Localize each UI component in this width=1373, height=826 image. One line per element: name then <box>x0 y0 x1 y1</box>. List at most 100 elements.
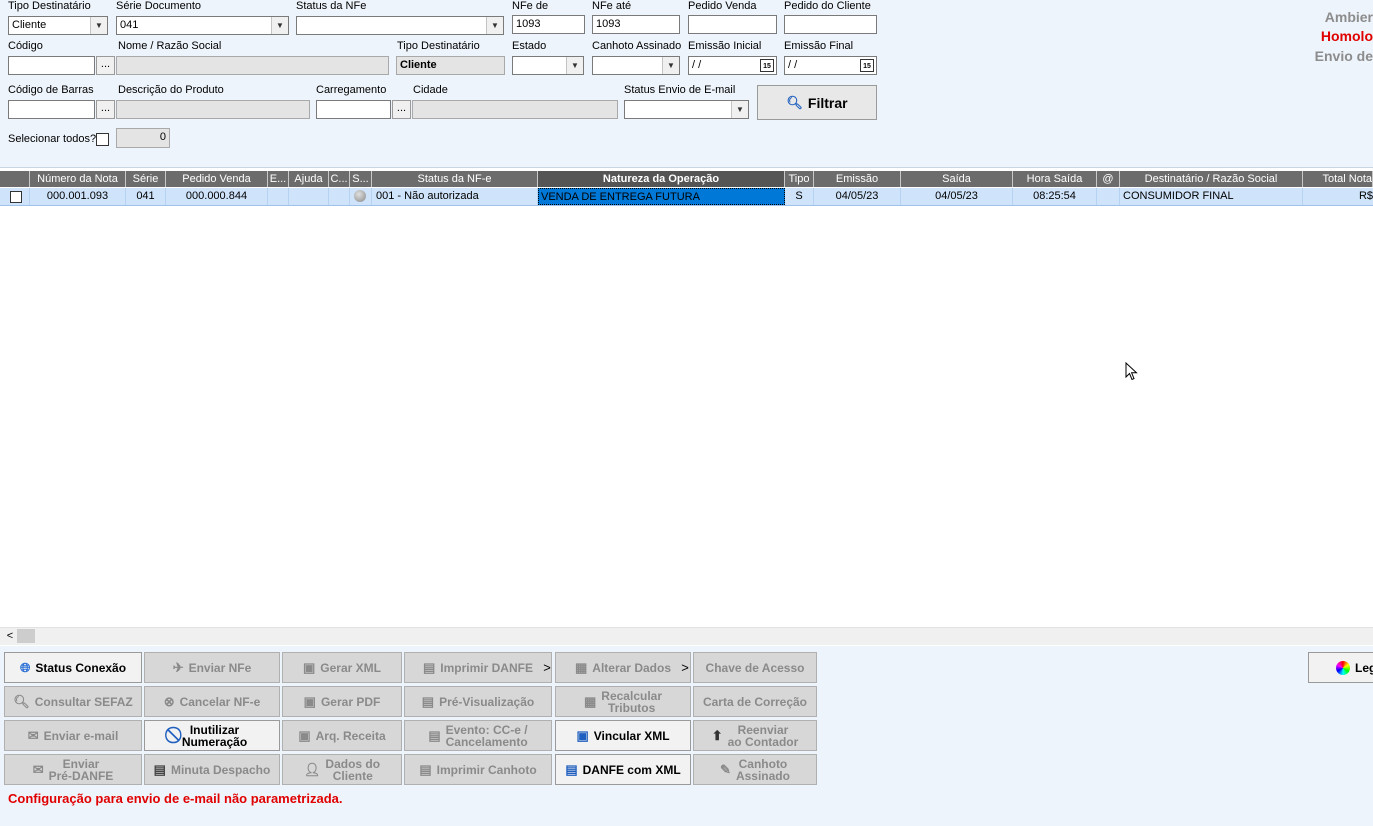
chevron-down-icon: ▼ <box>731 101 748 118</box>
arq-receita-button[interactable]: ▣ Arq. Receita <box>282 720 402 751</box>
row-tipo: S <box>785 188 814 205</box>
status-message: Configuração para envio de e-mail não pa… <box>8 791 343 806</box>
header-s[interactable]: S... <box>350 171 372 187</box>
gerar-xml-button[interactable]: ▣ Gerar XML <box>282 652 402 683</box>
emissao-inicial-label: Emissão Inicial <box>688 40 762 52</box>
calendar-icon[interactable]: 15 <box>860 59 874 72</box>
imprimir-danfe-more-icon[interactable]: > <box>541 652 553 683</box>
chevron-down-icon: ▼ <box>271 17 288 34</box>
codigo-search-button[interactable]: ... <box>96 56 115 75</box>
cidade-field <box>412 100 618 119</box>
edit-icon: ▦ <box>575 659 588 675</box>
recalcular-tributos-button[interactable]: ▦ Recalcular Tributos <box>555 686 691 717</box>
header-emissao[interactable]: Emissão <box>814 171 901 187</box>
tipo-destinatario-select[interactable]: Cliente ▼ <box>8 16 108 35</box>
header-pedido[interactable]: Pedido Venda <box>166 171 268 187</box>
header-status[interactable]: Status da NF-e <box>372 171 538 187</box>
chave-acesso-button[interactable]: Chave de Acesso <box>693 652 817 683</box>
enviar-pre-danfe-button[interactable]: ✉ Enviar Pré-DANFE <box>4 754 142 785</box>
canhoto-assinado-select[interactable]: ▼ <box>592 56 680 75</box>
row-serie: 041 <box>126 188 166 205</box>
carregamento-input[interactable] <box>316 100 391 119</box>
nfe-de-label: NFe de <box>512 0 549 12</box>
scroll-thumb[interactable] <box>17 629 35 643</box>
tipo-destinatario-label: Tipo Destinatário <box>8 0 91 12</box>
cancelar-nfe-button[interactable]: ⊗ Cancelar NF-e <box>144 686 280 717</box>
selecionar-todos-checkbox[interactable] <box>96 133 109 146</box>
carta-correcao-button[interactable]: Carta de Correção <box>693 686 817 717</box>
pre-visualizacao-button[interactable]: ▤ Pré-Visualização <box>404 686 552 717</box>
header-total[interactable]: Total Nota <box>1303 171 1373 187</box>
imprimir-danfe-button[interactable]: ▤ Imprimir DANFE <box>404 652 552 683</box>
legenda-button[interactable]: Leg <box>1308 652 1373 683</box>
row-checkbox[interactable] <box>10 191 22 203</box>
status-email-label: Status Envio de E-mail <box>624 84 736 96</box>
header-c[interactable]: C... <box>329 171 350 187</box>
estado-select[interactable]: ▼ <box>512 56 584 75</box>
codigo-barras-label: Código de Barras <box>8 84 94 96</box>
row-c <box>329 188 350 205</box>
evento-cce-button[interactable]: ▤ Evento: CC-e / Cancelamento <box>404 720 552 751</box>
carregamento-search-button[interactable]: ... <box>392 100 411 119</box>
header-saida[interactable]: Saída <box>901 171 1013 187</box>
chevron-down-icon: ▼ <box>662 57 679 74</box>
pedido-cliente-input[interactable] <box>784 15 877 34</box>
header-destinatario[interactable]: Destinatário / Razão Social <box>1120 171 1303 187</box>
emissao-final-input[interactable]: / /15 <box>784 56 877 75</box>
inutilizar-numeracao-button[interactable]: ⃠InutilizarNumeração <box>144 720 280 751</box>
document-icon: ▤ <box>421 693 435 709</box>
calendar-icon[interactable]: 15 <box>760 59 774 72</box>
descricao-produto-field <box>116 100 310 119</box>
cancel-icon: ⊗ <box>163 693 175 709</box>
consultar-sefaz-button[interactable]: 🔍︎ Consultar SEFAZ <box>4 686 142 717</box>
header-e[interactable]: E... <box>268 171 289 187</box>
nfe-de-input[interactable]: 1093 <box>512 15 585 34</box>
pedido-venda-input[interactable] <box>688 15 777 34</box>
header-tipo[interactable]: Tipo <box>785 171 814 187</box>
codigo-input[interactable] <box>8 56 95 75</box>
imprimir-canhoto-button[interactable]: ▤ Imprimir Canhoto <box>404 754 552 785</box>
document-icon: ▤ <box>565 761 578 777</box>
horizontal-scrollbar[interactable]: < <box>0 627 1373 645</box>
selecionar-todos-label: Selecionar todos? <box>8 133 97 145</box>
alterar-dados-more-icon[interactable]: > <box>679 652 691 683</box>
grid-area[interactable] <box>0 167 1373 646</box>
gerar-pdf-button[interactable]: ▣ Gerar PDF <box>282 686 402 717</box>
produto-search-button[interactable]: ... <box>96 100 115 119</box>
vincular-xml-button[interactable]: ▣ Vincular XML <box>555 720 691 751</box>
row-natureza[interactable]: VENDA DE ENTREGA FUTURA <box>538 188 785 205</box>
danfe-xml-button[interactable]: ▤ DANFE com XML <box>555 754 691 785</box>
scroll-left-icon[interactable]: < <box>3 628 17 645</box>
cidade-label: Cidade <box>413 84 448 96</box>
status-conexao-button[interactable]: 🌐︎ Status Conexão <box>4 652 142 683</box>
signature-icon: ✎ <box>720 761 731 777</box>
emissao-inicial-input[interactable]: / /15 <box>688 56 777 75</box>
alterar-dados-button[interactable]: ▦ Alterar Dados <box>555 652 691 683</box>
filtrar-button[interactable]: 🔍︎ Filtrar <box>757 85 877 120</box>
row-emissao: 04/05/23 <box>814 188 901 205</box>
status-email-select[interactable]: ▼ <box>624 100 749 119</box>
nfe-ate-input[interactable]: 1093 <box>592 15 680 34</box>
header-ajuda[interactable]: Ajuda <box>289 171 329 187</box>
minuta-despacho-button[interactable]: ▤ Minuta Despacho <box>144 754 280 785</box>
codigo-barras-input[interactable] <box>8 100 95 119</box>
dados-cliente-button[interactable]: 👤︎ Dados do Cliente <box>282 754 402 785</box>
header-email[interactable]: @ <box>1097 171 1120 187</box>
status-nfe-select[interactable]: ▼ <box>296 16 504 35</box>
canhoto-assinado-button[interactable]: ✎ Canhoto Assinado <box>693 754 817 785</box>
serie-documento-select[interactable]: 041 ▼ <box>116 16 289 35</box>
send-icon: ✈ <box>172 659 184 675</box>
pedido-cliente-label: Pedido do Cliente <box>784 0 871 12</box>
color-wheel-icon <box>1336 660 1350 675</box>
table-row[interactable]: 000.001.093 041 000.000.844 001 - Não au… <box>0 188 1373 206</box>
enviar-nfe-button[interactable]: ✈ Enviar NFe <box>144 652 280 683</box>
header-numero[interactable]: Número da Nota <box>30 171 126 187</box>
header-hora[interactable]: Hora Saída <box>1013 171 1097 187</box>
emissao-final-label: Emissão Final <box>784 40 854 52</box>
row-destinatario: CONSUMIDOR FINAL <box>1120 188 1303 205</box>
ambiente-label: Ambier <box>1324 9 1373 25</box>
reenviar-contador-button[interactable]: ⬆ Reenviar ao Contador <box>693 720 817 751</box>
header-natureza[interactable]: Natureza da Operação <box>538 171 785 187</box>
enviar-email-button[interactable]: ✉ Enviar e-mail <box>4 720 142 751</box>
header-serie[interactable]: Série <box>126 171 166 187</box>
